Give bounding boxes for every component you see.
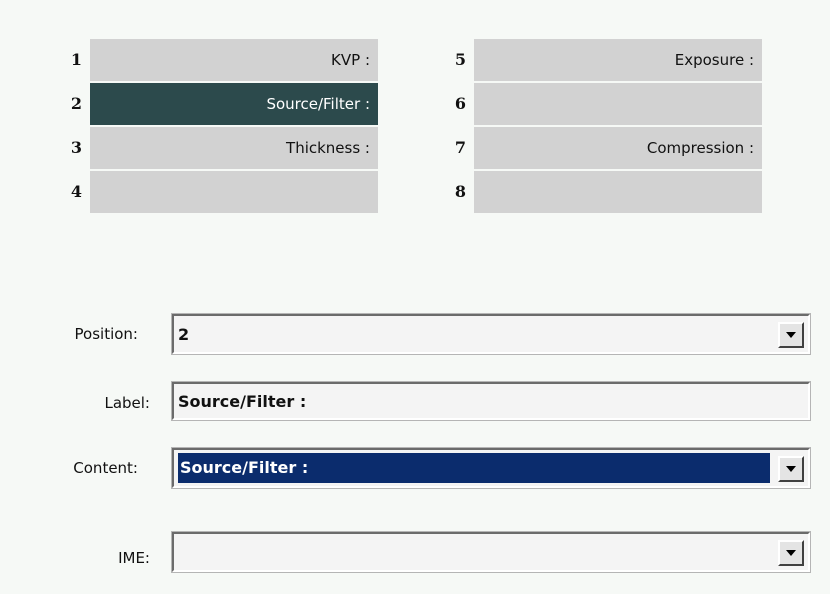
slot-number-8: 8 [454,182,466,201]
slot-number-3: 3 [70,138,82,157]
ime-dropdown[interactable] [172,532,810,572]
ime-label: IME: [118,549,150,567]
position-value: 2 [178,325,190,344]
slot-label: Source/Filter : [266,95,370,113]
content-value: Source/Filter : [178,453,770,483]
slot-5[interactable]: Exposure : [474,39,762,81]
slot-8[interactable] [474,171,762,213]
slot-7[interactable]: Compression : [474,127,762,169]
slot-4[interactable] [90,171,378,213]
label-label: Label: [104,394,150,412]
content-dropdown[interactable]: Source/Filter : [172,448,810,488]
slot-6[interactable] [474,83,762,125]
label-input[interactable]: Source/Filter : [172,382,810,420]
slot-number-5: 5 [454,50,466,69]
slot-label: Exposure : [674,51,754,69]
chevron-down-icon [786,550,796,556]
position-dropdown[interactable]: 2 [172,314,810,354]
slot-1[interactable]: KVP : [90,39,378,81]
content-dropdown-button[interactable] [778,456,804,482]
ime-dropdown-button[interactable] [778,540,804,566]
position-label: Position: [74,325,138,343]
slot-label: Compression : [646,139,754,157]
slot-number-2: 2 [70,94,82,113]
position-dropdown-button[interactable] [778,322,804,348]
slot-label: KVP : [331,51,370,69]
chevron-down-icon [786,332,796,338]
slot-2[interactable]: Source/Filter : [90,83,378,125]
slot-3[interactable]: Thickness : [90,127,378,169]
label-value: Source/Filter : [178,392,307,411]
slot-number-4: 4 [70,182,82,201]
content-label: Content: [73,459,138,477]
slot-label: Thickness : [286,139,370,157]
chevron-down-icon [786,466,796,472]
slot-number-7: 7 [454,138,466,157]
slot-number-1: 1 [70,50,82,69]
slot-number-6: 6 [454,94,466,113]
